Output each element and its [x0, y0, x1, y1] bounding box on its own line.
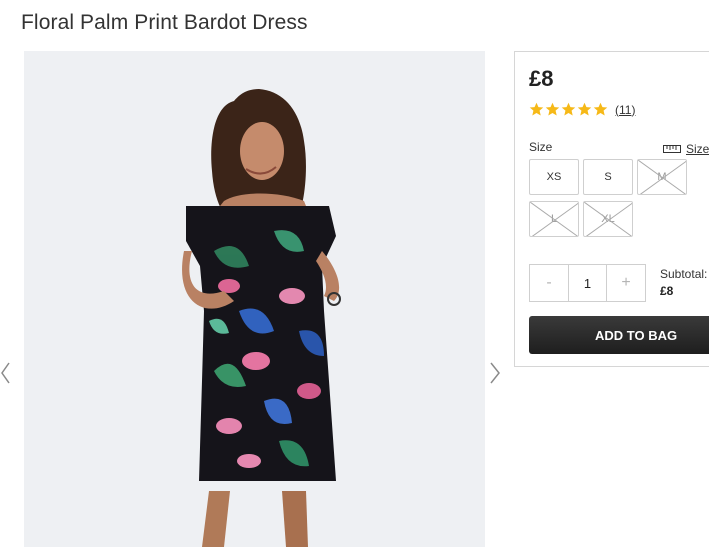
previous-image-arrow[interactable]: [0, 358, 16, 388]
chevron-right-icon: [490, 362, 500, 384]
add-to-bag-button[interactable]: ADD TO BAG: [529, 316, 709, 354]
star-icon: [561, 102, 576, 116]
star-icon: [545, 102, 560, 116]
review-count-link[interactable]: (11): [615, 103, 635, 117]
quantity-increase-button[interactable]: +: [607, 265, 645, 301]
size-option-label: XS: [546, 171, 562, 183]
rating: (11): [529, 102, 635, 117]
subtotal-value: £8: [660, 284, 674, 298]
size-option-xs[interactable]: XS: [529, 159, 579, 195]
quantity-decrease-button[interactable]: -: [530, 265, 568, 301]
size-guide-label: Size: [686, 142, 709, 156]
size-option-xl[interactable]: XL: [583, 201, 633, 237]
next-image-arrow[interactable]: [488, 358, 504, 388]
size-option-m[interactable]: M: [637, 159, 687, 195]
unavailable-strike-icon: [638, 160, 686, 194]
subtotal-label: Subtotal:: [660, 267, 708, 281]
unavailable-strike-icon: [530, 202, 578, 236]
size-label: Size: [529, 140, 553, 154]
product-price: £8: [529, 66, 554, 91]
ruler-icon: [663, 145, 681, 153]
size-guide-link[interactable]: Size: [663, 142, 709, 156]
size-option-s[interactable]: S: [583, 159, 633, 195]
star-icon: [529, 102, 544, 116]
product-purchase-panel: £8 (11) Size Size XS S M L XL - 1 + Sub: [514, 51, 709, 367]
star-icon: [593, 102, 608, 116]
size-option-label: S: [604, 171, 612, 183]
product-image[interactable]: [24, 51, 485, 547]
quantity-input[interactable]: 1: [568, 265, 607, 301]
quantity-stepper: - 1 +: [529, 264, 646, 302]
size-option-l[interactable]: L: [529, 201, 579, 237]
chevron-left-icon: [1, 362, 10, 384]
unavailable-strike-icon: [584, 202, 632, 236]
product-title: Floral Palm Print Bardot Dress: [21, 11, 308, 34]
star-icon: [577, 102, 592, 116]
